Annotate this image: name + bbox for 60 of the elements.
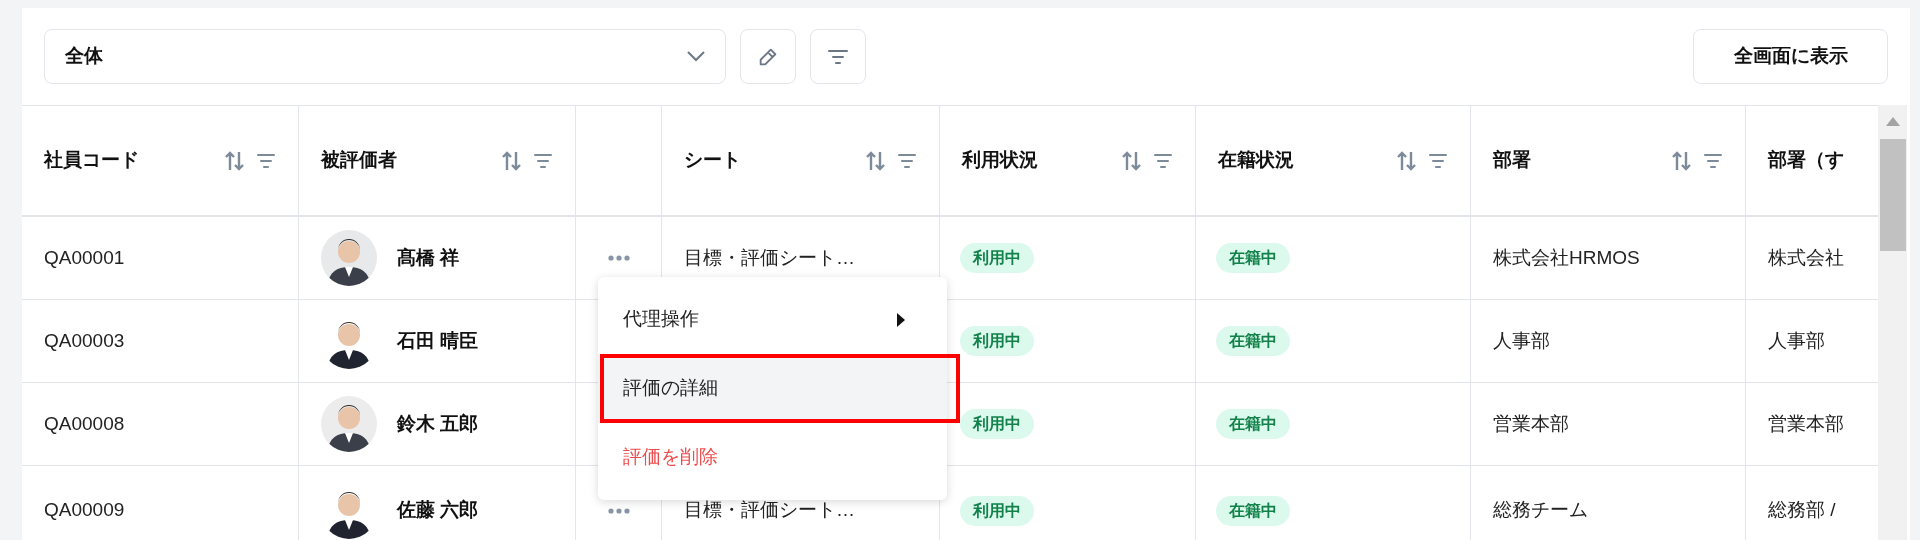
filter-icon[interactable] [1703, 152, 1723, 169]
column-header: 部署 [1493, 148, 1531, 173]
more-icon [607, 255, 630, 261]
scroll-up-icon [1886, 117, 1900, 126]
menu-item[interactable]: 代理操作 [598, 285, 947, 354]
column-header: シート [684, 148, 741, 173]
filter-icon[interactable] [256, 152, 276, 169]
department: 総務チーム [1493, 498, 1588, 523]
department: 人事部 [1493, 328, 1550, 353]
sheet-name: 目標・評価シート… [684, 498, 855, 523]
department-full: 株式会社 [1768, 245, 1844, 270]
sort-icon[interactable] [1121, 149, 1143, 172]
usage-status: 利用中 [960, 409, 1034, 439]
department: 営業本部 [1493, 411, 1569, 436]
select-value: 全体 [65, 44, 103, 69]
filter-icon [827, 48, 849, 65]
column-header: 部署（す [1768, 148, 1844, 173]
department-full: 総務部 / [1768, 498, 1836, 523]
scrollbar[interactable] [1878, 105, 1907, 540]
view-select[interactable]: 全体 [44, 29, 726, 84]
sort-icon[interactable] [1671, 149, 1693, 172]
column-header: 在籍状況 [1218, 148, 1294, 173]
usage-status: 利用中 [960, 326, 1034, 356]
sort-icon[interactable] [865, 149, 887, 172]
filter-button[interactable] [810, 29, 866, 84]
employee-code: QA00008 [44, 411, 125, 436]
employee-name: 石田 晴臣 [397, 328, 479, 353]
edit-button[interactable] [740, 29, 796, 84]
employee-code: QA00009 [44, 498, 125, 523]
column-header: 社員コード [44, 148, 139, 173]
filter-icon[interactable] [897, 152, 917, 169]
filter-icon[interactable] [533, 152, 553, 169]
enrollment-status: 在籍中 [1216, 243, 1290, 273]
column-header: 被評価者 [321, 148, 397, 173]
usage-status: 利用中 [960, 495, 1034, 526]
sheet-name: 目標・評価シート… [684, 245, 855, 270]
caret-right-icon [897, 312, 905, 327]
department-full: 営業本部 [1768, 411, 1844, 436]
department-full: 人事部 [1768, 328, 1825, 353]
menu-item[interactable]: 評価を削除 [598, 423, 947, 492]
employee-name: 鈴木 五郎 [397, 411, 479, 436]
enrollment-status: 在籍中 [1216, 409, 1290, 439]
employee-code: QA00003 [44, 328, 125, 353]
employee-name: 髙橋 祥 [397, 245, 460, 270]
fullscreen-button[interactable]: 全画面に表示 [1693, 29, 1888, 84]
more-icon [607, 507, 630, 514]
employee-name: 佐藤 六郎 [397, 498, 479, 523]
filter-icon[interactable] [1153, 152, 1173, 169]
chevron-down-icon [687, 51, 705, 62]
sort-icon[interactable] [501, 149, 523, 172]
column-header: 利用状況 [962, 148, 1038, 173]
usage-status: 利用中 [960, 243, 1034, 273]
scrollbar-thumb[interactable] [1880, 139, 1906, 251]
sort-icon[interactable] [1396, 149, 1418, 172]
sort-icon[interactable] [224, 149, 246, 172]
department: 株式会社HRMOS [1493, 245, 1640, 270]
enrollment-status: 在籍中 [1216, 495, 1290, 526]
enrollment-status: 在籍中 [1216, 326, 1290, 356]
filter-icon[interactable] [1428, 152, 1448, 169]
employee-code: QA00001 [44, 245, 125, 270]
